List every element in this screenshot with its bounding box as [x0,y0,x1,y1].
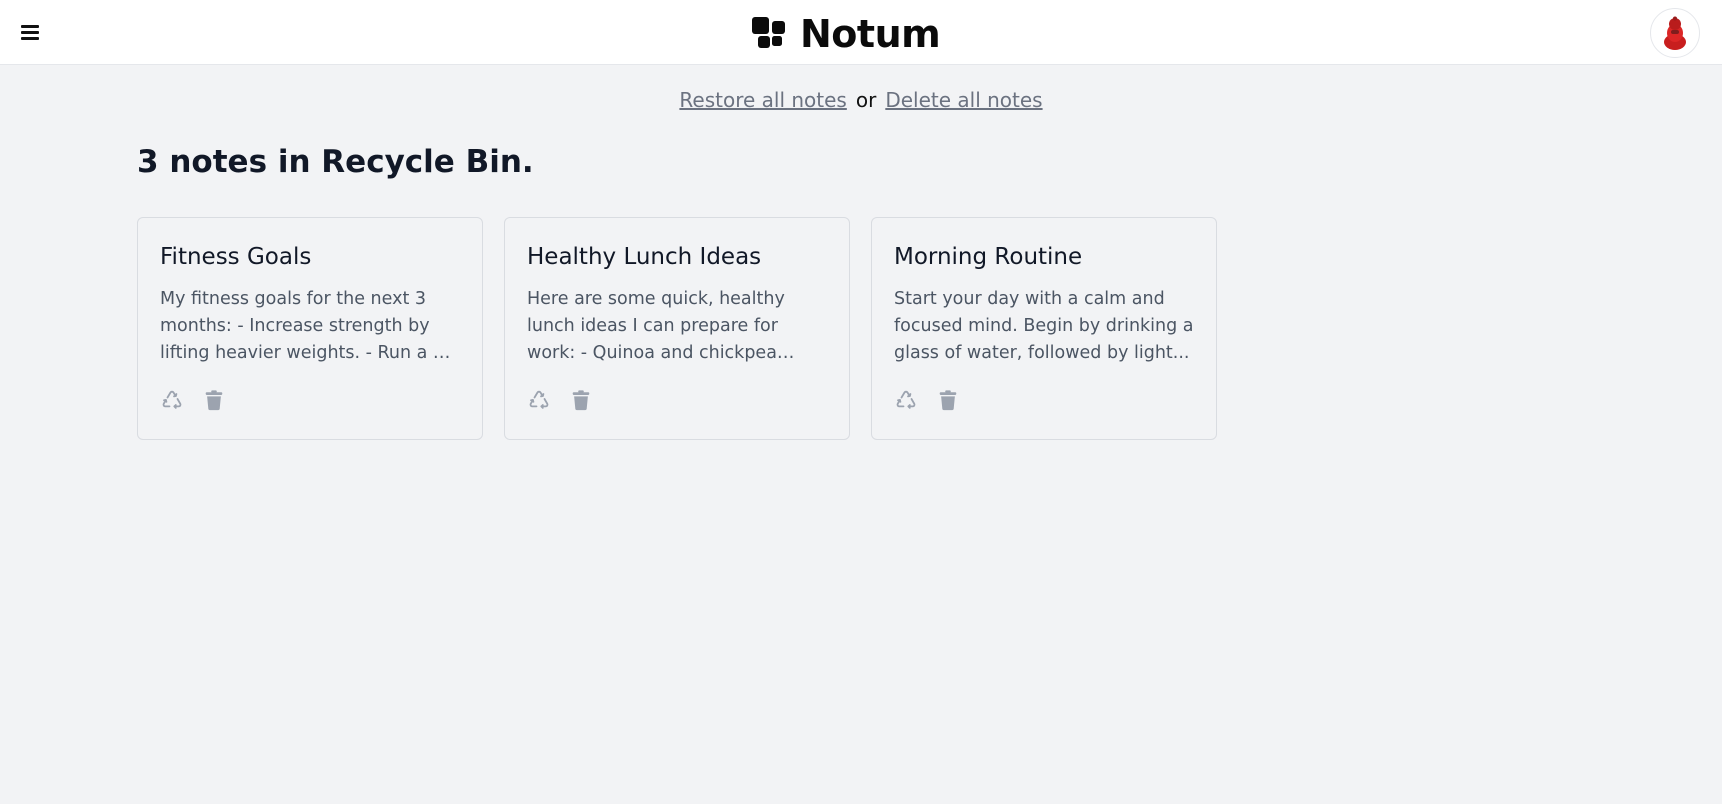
note-preview: My fitness goals for the next 3 months: … [160,289,456,363]
user-avatar[interactable] [1650,8,1700,58]
note-preview: Start your day with a calm and focused m… [894,289,1194,363]
trash-icon[interactable] [569,388,593,412]
note-actions [160,388,226,412]
notum-logo-icon [752,17,785,48]
note-title: Fitness Goals [160,244,312,270]
note-card[interactable]: Morning Routine Start your day with a ca… [871,217,1217,440]
trash-icon[interactable] [936,388,960,412]
app-name: Notum [800,12,941,56]
note-title: Healthy Lunch Ideas [527,244,762,270]
top-navbar: Notum [0,0,1722,65]
note-title: Morning Routine [894,244,1083,270]
hamburger-menu-icon[interactable] [19,22,43,44]
notes-grid: Fitness Goals My fitness goals for the n… [137,217,1217,440]
trash-icon[interactable] [202,388,226,412]
page-title: 3 notes in Recycle Bin. [137,144,534,180]
delete-all-link[interactable]: Delete all notes [885,88,1042,112]
recycle-icon[interactable] [160,388,184,412]
note-actions [894,388,960,412]
bulk-actions: Restore all notes or Delete all notes [0,88,1722,112]
avatar-figure-icon [1664,16,1686,50]
recycle-icon[interactable] [894,388,918,412]
separator-text: or [855,88,877,112]
recycle-icon[interactable] [527,388,551,412]
note-card[interactable]: Healthy Lunch Ideas Here are some quick,… [504,217,850,440]
note-preview: Here are some quick, healthy lunch ideas… [527,289,785,363]
note-actions [527,388,593,412]
brand[interactable]: Notum [752,12,941,56]
note-card[interactable]: Fitness Goals My fitness goals for the n… [137,217,483,440]
restore-all-link[interactable]: Restore all notes [679,88,846,112]
